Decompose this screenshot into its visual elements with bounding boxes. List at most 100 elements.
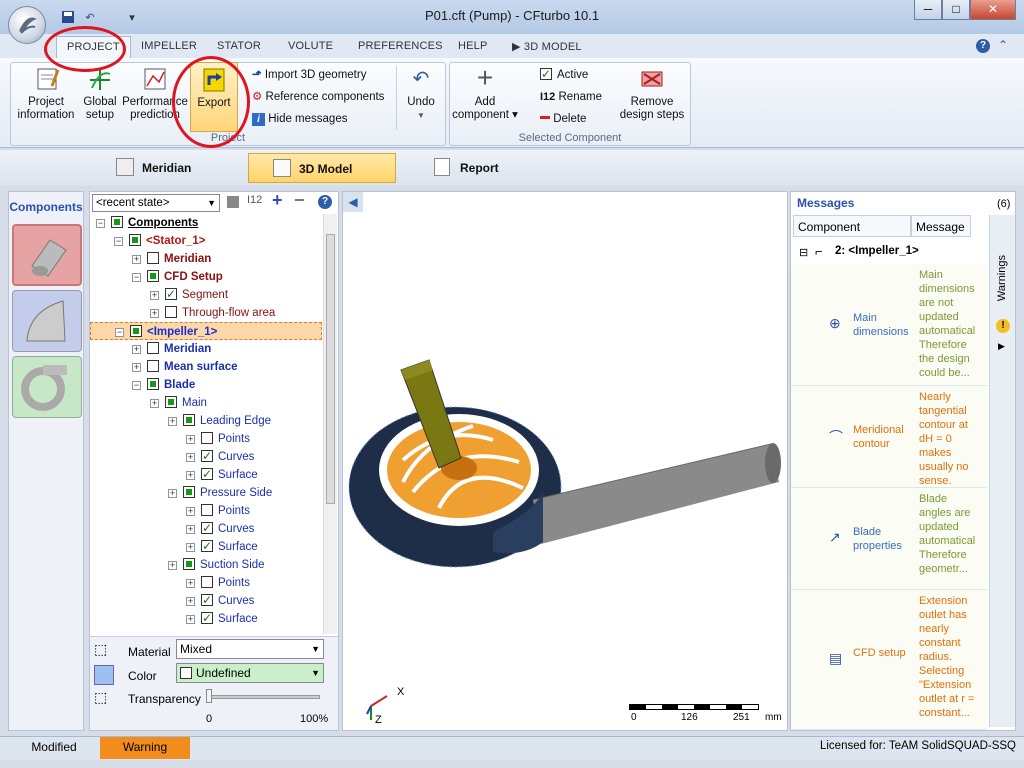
tree-checkbox[interactable] bbox=[183, 414, 195, 426]
tree-checkbox[interactable] bbox=[201, 537, 213, 555]
tree-checkbox[interactable] bbox=[165, 396, 177, 408]
tree-expander-icon[interactable]: + bbox=[186, 579, 195, 588]
message-group-expander[interactable]: ⊟ bbox=[799, 246, 808, 259]
tree-expander-icon[interactable]: − bbox=[132, 381, 141, 390]
tree-checkbox[interactable] bbox=[183, 558, 195, 570]
tree-checkbox[interactable] bbox=[165, 285, 177, 303]
tree-expander-icon[interactable]: − bbox=[96, 219, 105, 228]
tree-row[interactable]: − CFD Setup bbox=[90, 268, 322, 286]
application-menu-button[interactable] bbox=[8, 6, 46, 44]
material-select[interactable]: Mixed ▼ bbox=[176, 639, 324, 659]
tree-row[interactable]: + Points bbox=[90, 430, 322, 448]
tree-expander-icon[interactable]: − bbox=[114, 237, 123, 246]
tree-row[interactable]: + Pressure Side bbox=[90, 484, 322, 502]
tree-checkbox[interactable] bbox=[201, 447, 213, 465]
tree-expander-icon[interactable]: + bbox=[132, 363, 141, 372]
tree-row[interactable]: − Components bbox=[90, 214, 322, 232]
tree-checkbox[interactable] bbox=[165, 306, 177, 318]
view-tab-3d-model[interactable]: 3D Model bbox=[248, 153, 396, 183]
delete-button[interactable]: Delete bbox=[540, 110, 586, 128]
tree-expander-icon[interactable]: + bbox=[168, 561, 177, 570]
tree-expander-icon[interactable]: + bbox=[186, 453, 195, 462]
collapse-ribbon-icon[interactable]: ⌃ bbox=[998, 38, 1008, 52]
maximize-button[interactable]: □ bbox=[942, 0, 970, 20]
rename-button[interactable]: I12 Rename bbox=[540, 88, 602, 106]
transparency-slider-handle[interactable] bbox=[206, 689, 212, 703]
tree-row[interactable]: − Blade bbox=[90, 376, 322, 394]
tree-checkbox[interactable] bbox=[201, 576, 213, 588]
stop-icon[interactable] bbox=[227, 196, 239, 208]
tree-checkbox[interactable] bbox=[129, 234, 141, 246]
tree-checkbox[interactable] bbox=[147, 270, 159, 282]
tab-help[interactable]: HELP bbox=[458, 40, 488, 52]
tree-row[interactable]: − <Stator_1> bbox=[90, 232, 322, 250]
column-header-component[interactable]: Component bbox=[793, 215, 911, 237]
tree-expander-icon[interactable]: + bbox=[132, 255, 141, 264]
tree-checkbox[interactable] bbox=[201, 465, 213, 483]
message-row[interactable]: ⊕ Main dimensions Main dimensions are not … bbox=[791, 264, 987, 386]
view-tab-meridian[interactable]: Meridian bbox=[110, 153, 244, 183]
help-icon[interactable]: ? bbox=[976, 39, 990, 53]
tab-volute[interactable]: VOLUTE bbox=[288, 40, 333, 52]
tree-row[interactable]: + Meridian bbox=[90, 340, 322, 358]
tree-checkbox[interactable] bbox=[201, 609, 213, 627]
tree-row[interactable]: + Through-flow area bbox=[90, 304, 322, 322]
view-tab-report[interactable]: Report bbox=[434, 153, 562, 183]
transparency-slider[interactable] bbox=[208, 695, 320, 699]
tree-row[interactable]: + Surface bbox=[90, 465, 322, 484]
tab-impeller[interactable]: IMPELLER bbox=[141, 40, 197, 52]
tree-row[interactable]: + Segment bbox=[90, 285, 322, 304]
tree-row[interactable]: + Curves bbox=[90, 591, 322, 610]
tree-checkbox[interactable] bbox=[111, 216, 123, 228]
rename-tree-icon[interactable]: I12 bbox=[247, 194, 262, 206]
tree-scrollbar[interactable] bbox=[323, 214, 337, 634]
tree-checkbox[interactable] bbox=[201, 504, 213, 516]
message-row[interactable]: ⌒ Meridional contour Nearly tangential con… bbox=[791, 386, 987, 488]
active-checkbox[interactable]: Active bbox=[540, 65, 588, 84]
tree-expander-icon[interactable]: + bbox=[168, 417, 177, 426]
tree-row[interactable]: + Surface bbox=[90, 609, 322, 628]
expand-warnings-icon[interactable]: ▶ bbox=[998, 341, 1005, 352]
import-3d-geometry-button[interactable]: ⬏ Import 3D geometry bbox=[252, 66, 366, 84]
minimize-button[interactable]: ─ bbox=[914, 0, 942, 20]
tree-expander-icon[interactable]: + bbox=[186, 471, 195, 480]
tree-expander-icon[interactable]: + bbox=[186, 597, 195, 606]
tree-checkbox[interactable] bbox=[130, 325, 142, 337]
tree-expander-icon[interactable]: + bbox=[186, 525, 195, 534]
project-information-button[interactable]: Project information bbox=[14, 66, 78, 122]
tree-expander-icon[interactable]: + bbox=[168, 489, 177, 498]
tree-row[interactable]: − <Impeller_1> bbox=[90, 322, 322, 340]
tab-3d-model[interactable]: ▶ 3D MODEL bbox=[512, 40, 582, 53]
tree-expander-icon[interactable]: − bbox=[132, 273, 141, 282]
tree-expander-icon[interactable]: + bbox=[132, 345, 141, 354]
status-warning[interactable]: Warning bbox=[100, 737, 190, 759]
tree-expander-icon[interactable]: − bbox=[115, 328, 124, 337]
tree-expander-icon[interactable]: + bbox=[186, 507, 195, 516]
volute-component-icon[interactable] bbox=[12, 356, 82, 418]
tree-checkbox[interactable] bbox=[201, 432, 213, 444]
3d-viewport[interactable]: ◀ 0 126 251 mm X Z bbox=[342, 191, 788, 731]
tree-row[interactable]: + Points bbox=[90, 502, 322, 520]
tree-checkbox[interactable] bbox=[201, 519, 213, 537]
add-component-button[interactable]: + Add component ▾ bbox=[452, 64, 518, 122]
global-setup-button[interactable]: Global setup bbox=[80, 66, 120, 122]
tree-row[interactable]: + Meridian bbox=[90, 250, 322, 268]
tree-expander-icon[interactable]: + bbox=[150, 291, 159, 300]
tree-help-icon[interactable]: ? bbox=[318, 195, 332, 209]
color-select[interactable]: Undefined ▼ bbox=[176, 663, 324, 683]
remove-design-steps-button[interactable]: Remove design steps bbox=[618, 66, 686, 122]
tree-row[interactable]: + Suction Side bbox=[90, 556, 322, 574]
tree-checkbox[interactable] bbox=[147, 360, 159, 372]
close-button[interactable]: ✕ bbox=[970, 0, 1016, 20]
reference-components-button[interactable]: ⚙ Reference components bbox=[252, 88, 384, 106]
tree-expander-icon[interactable]: + bbox=[150, 309, 159, 318]
tree-row[interactable]: + Curves bbox=[90, 447, 322, 466]
tree-expander-icon[interactable]: + bbox=[186, 615, 195, 624]
remove-tree-icon[interactable]: − bbox=[294, 190, 305, 211]
tree-expander-icon[interactable]: + bbox=[186, 543, 195, 552]
tree-checkbox[interactable] bbox=[147, 252, 159, 264]
column-header-message[interactable]: Message bbox=[911, 215, 971, 237]
impeller-component-icon[interactable] bbox=[12, 290, 82, 352]
message-row[interactable]: ↗ Blade properties Blade angles are update… bbox=[791, 488, 987, 590]
stator-component-icon[interactable] bbox=[12, 224, 82, 286]
